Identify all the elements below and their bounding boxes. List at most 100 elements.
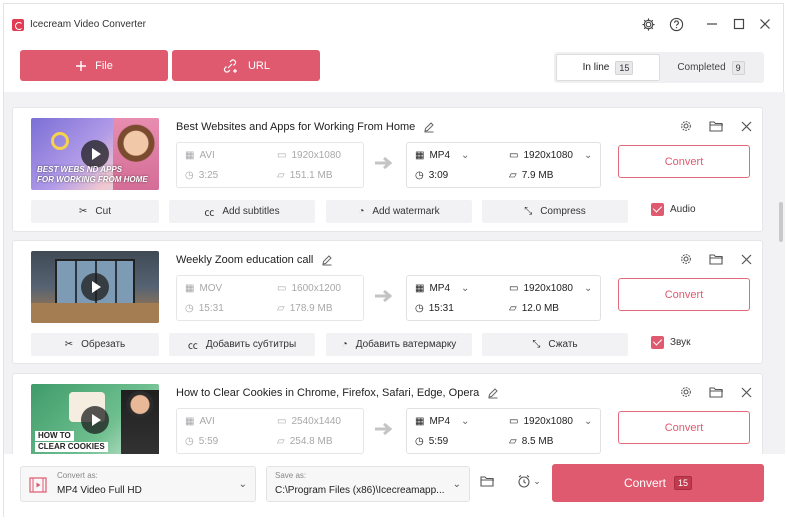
edit-pencil-icon[interactable] xyxy=(487,387,499,399)
compress-button[interactable]: ⤡ Сжать xyxy=(482,333,628,356)
output-format-select[interactable]: ▦ MP4 ⌄ xyxy=(415,416,469,427)
close-icon[interactable] xyxy=(757,16,773,32)
edit-pencil-icon[interactable] xyxy=(423,121,435,133)
video-thumbnail[interactable]: HOW TO CLEAR COOKIES xyxy=(31,384,159,454)
scissors-icon: ✂ xyxy=(64,339,74,350)
audio-checkbox[interactable]: Звук xyxy=(651,336,691,349)
output-resolution-select[interactable]: ▭ 1920x1080 ⌄ xyxy=(509,150,592,161)
app-title: Icecream Video Converter xyxy=(30,19,146,30)
link-plus-icon xyxy=(223,58,237,73)
play-icon[interactable] xyxy=(81,273,109,301)
chevron-down-icon: ⌄ xyxy=(583,416,593,427)
item-settings-gear-icon[interactable] xyxy=(678,384,694,400)
tab-in-line[interactable]: In line 15 xyxy=(556,54,660,81)
remove-item-icon[interactable] xyxy=(738,251,754,267)
output-resolution: 1920x1080 xyxy=(523,416,573,427)
item-actions xyxy=(678,384,754,400)
list-scrollbar[interactable] xyxy=(779,202,783,242)
item-settings-gear-icon[interactable] xyxy=(678,118,694,134)
source-duration: 5:59 xyxy=(198,436,219,447)
thumbnail-caption: HOW TO CLEAR COOKIES xyxy=(35,430,108,452)
compress-button[interactable]: ⤡ Compress xyxy=(482,200,628,223)
open-folder-icon[interactable] xyxy=(708,384,724,400)
maximize-icon[interactable] xyxy=(731,16,747,32)
video-thumbnail[interactable] xyxy=(31,251,159,323)
minimize-icon[interactable] xyxy=(704,16,720,32)
film-icon: ▦ xyxy=(185,283,195,294)
item-title-row: Weekly Zoom education call xyxy=(176,254,333,266)
item-settings-gear-icon[interactable] xyxy=(678,251,694,267)
clock-icon: ◷ xyxy=(185,303,194,314)
add-file-button[interactable]: File xyxy=(20,50,168,81)
completed-count-badge: 9 xyxy=(731,60,745,75)
video-file-icon xyxy=(29,477,47,493)
audio-checkbox[interactable]: Audio xyxy=(651,203,696,216)
item-title: How to Clear Cookies in Chrome, Firefox,… xyxy=(176,387,480,399)
clock-icon: ◷ xyxy=(415,436,424,447)
convert-item-button[interactable]: Convert xyxy=(618,278,750,311)
play-icon[interactable] xyxy=(81,140,109,168)
film-icon: ▦ xyxy=(185,150,195,161)
bottom-bar: Convert as: MP4 Video Full HD ⌄ Save as:… xyxy=(4,454,785,518)
add-url-button[interactable]: URL xyxy=(172,50,320,81)
app-logo-icon xyxy=(12,19,24,31)
tab-completed[interactable]: Completed 9 xyxy=(660,54,762,81)
item-actions xyxy=(678,118,754,134)
output-resolution: 1920x1080 xyxy=(523,283,573,294)
chevron-down-icon: ⌄ xyxy=(452,479,461,490)
thumbnail-caption: BEST WEBS ND APPS FOR WORKING FROM HOME xyxy=(37,165,148,184)
add-subtitles-button[interactable]: ㏄ Добавить субтитры xyxy=(169,333,315,356)
film-icon: ▦ xyxy=(415,416,425,427)
chevron-down-icon: ⌄ xyxy=(583,150,593,161)
output-resolution: 1920x1080 xyxy=(523,150,573,161)
output-format-select[interactable]: ▦ MP4 ⌄ xyxy=(415,150,469,161)
folder-size-icon: ▱ xyxy=(509,436,517,447)
resolution-icon: ▭ xyxy=(509,283,519,294)
in-line-count-badge: 15 xyxy=(615,60,634,75)
browse-folder-icon[interactable] xyxy=(478,472,496,490)
cut-button[interactable]: ✂ Обрезать xyxy=(31,333,159,356)
edit-pencil-icon[interactable] xyxy=(321,254,333,266)
source-info: ▦ AVI ▭ 2540x1440 ◷ 5:59 ▱ 254.8 MB xyxy=(176,408,364,454)
convert-as-value: MP4 Video Full HD xyxy=(57,485,142,496)
output-duration: 3:09 xyxy=(428,170,449,181)
film-icon: ▦ xyxy=(415,150,425,161)
conversion-list[interactable]: BEST WEBS ND APPS FOR WORKING FROM HOME … xyxy=(4,92,785,454)
add-watermark-button[interactable]: ◔ Add watermark xyxy=(326,200,472,223)
help-icon[interactable] xyxy=(668,16,684,32)
source-info: ▦ AVI ▭ 1920x1080 ◷ 3:25 ▱ 151.1 MB xyxy=(176,142,364,188)
convert-as-label: Convert as: xyxy=(57,471,98,480)
cut-button[interactable]: ✂ Cut xyxy=(31,200,159,223)
output-resolution-select[interactable]: ▭ 1920x1080 ⌄ xyxy=(509,283,592,294)
folder-size-icon: ▱ xyxy=(509,170,517,181)
arrow-right-icon xyxy=(375,156,393,170)
output-size: 7.9 MB xyxy=(521,170,554,181)
convert-item-button[interactable]: Convert xyxy=(618,411,750,444)
chevron-down-icon: ⌄ xyxy=(583,283,593,294)
convert-item-button[interactable]: Convert xyxy=(618,145,750,178)
output-format-select[interactable]: ▦ MP4 ⌄ xyxy=(415,283,469,294)
video-thumbnail[interactable]: BEST WEBS ND APPS FOR WORKING FROM HOME xyxy=(31,118,159,190)
add-file-label: File xyxy=(95,59,113,72)
schedule-alarm-icon[interactable]: ⌄ xyxy=(514,472,544,490)
output-settings: ▦ MP4 ⌄ ▭ 1920x1080 ⌄ ◷ 5:59 ▱ 8.5 MB xyxy=(406,408,601,454)
settings-gear-icon[interactable] xyxy=(640,16,656,32)
save-as-path: C:\Program Files (x86)\Icecreamapp... xyxy=(275,485,445,496)
convert-as-select[interactable]: Convert as: MP4 Video Full HD ⌄ xyxy=(20,466,256,502)
chevron-down-icon: ⌄ xyxy=(461,416,470,427)
add-watermark-button[interactable]: ◔ Добавить ватермарку xyxy=(326,333,472,356)
chevron-down-icon: ⌄ xyxy=(461,150,470,161)
clock-icon: ◷ xyxy=(415,170,424,181)
open-folder-icon[interactable] xyxy=(708,118,724,134)
conversion-item: Weekly Zoom education call ▦ MOV ▭ 1600x12… xyxy=(12,240,763,364)
open-folder-icon[interactable] xyxy=(708,251,724,267)
compress-icon: ⤡ xyxy=(532,339,541,350)
output-resolution-select[interactable]: ▭ 1920x1080 ⌄ xyxy=(509,416,592,427)
add-subtitles-button[interactable]: ㏄ Add subtitles xyxy=(169,200,315,223)
resolution-icon: ▭ xyxy=(277,283,287,294)
convert-all-button[interactable]: Convert 15 xyxy=(552,464,764,502)
save-as-select[interactable]: Save as: C:\Program Files (x86)\Icecream… xyxy=(266,466,470,502)
remove-item-icon[interactable] xyxy=(738,384,754,400)
remove-item-icon[interactable] xyxy=(738,118,754,134)
resolution-icon: ▭ xyxy=(277,416,287,427)
